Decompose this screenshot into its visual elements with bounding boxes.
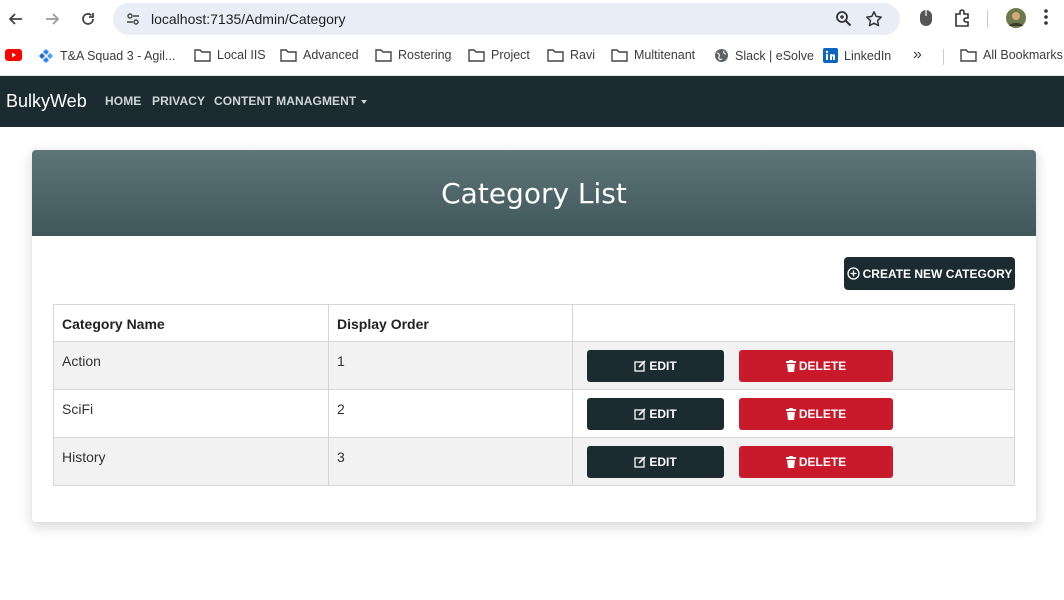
url-text[interactable]: localhost:7135/Admin/Category xyxy=(151,11,346,27)
trash-icon xyxy=(785,456,796,468)
profile-avatar[interactable] xyxy=(1005,7,1027,34)
bookmark-label: T&A Squad 3 - Agil... xyxy=(60,49,176,63)
delete-label: DELETE xyxy=(798,455,847,469)
youtube-bookmark[interactable] xyxy=(5,49,22,61)
table-header-row: Category Name Display Order xyxy=(53,304,1015,342)
bookmark-folder[interactable]: Rostering xyxy=(375,48,452,62)
folder-icon xyxy=(547,49,564,62)
bookmark-label: LinkedIn xyxy=(844,48,892,63)
delete-button[interactable]: DELETE xyxy=(739,398,893,430)
nav-link-privacy[interactable]: PRIVACY xyxy=(152,94,205,108)
edit-label: EDIT xyxy=(649,455,677,469)
cell-category-name: Action xyxy=(53,341,329,390)
header-category-name: Category Name xyxy=(53,304,329,342)
bookmark-label: Project xyxy=(491,48,530,62)
edit-label: EDIT xyxy=(649,359,677,373)
address-bar[interactable]: localhost:7135/Admin/Category xyxy=(113,3,900,35)
header-display-order: Display Order xyxy=(328,304,573,342)
brand-logo[interactable]: BulkyWeb xyxy=(6,91,87,112)
header-actions xyxy=(572,304,1015,342)
edit-icon xyxy=(634,408,646,420)
zoom-icon[interactable] xyxy=(835,10,852,32)
bookmark-label: Ravi xyxy=(570,48,596,62)
edit-button[interactable]: EDIT xyxy=(587,350,724,382)
bookmark-folder[interactable]: Advanced xyxy=(280,48,359,62)
table-row: History 3 EDIT DELETE xyxy=(53,437,1015,486)
nav-dropdown-label: CONTENT MANAGMENT xyxy=(214,94,357,108)
bookmarks-bar: T&A Squad 3 - Agil... Local IIS Advanced… xyxy=(0,38,1064,76)
bookmark-folder[interactable]: Ravi xyxy=(547,48,595,62)
folder-icon xyxy=(468,49,485,62)
category-table: Category Name Display Order Action 1 EDI… xyxy=(53,304,1015,486)
extensions-puzzle-icon[interactable] xyxy=(953,8,972,32)
toolbar-divider xyxy=(987,10,988,28)
cell-category-name: History xyxy=(53,437,329,486)
linkedin-icon xyxy=(823,48,838,63)
folder-icon xyxy=(611,49,628,62)
bookmark-label: Slack | eSolve xyxy=(735,48,814,63)
more-bookmarks-chevron-icon[interactable]: » xyxy=(913,46,922,64)
bookmark-item[interactable]: Slack | eSolve xyxy=(714,48,814,63)
bookmark-item[interactable]: T&A Squad 3 - Agil... xyxy=(38,48,175,64)
trash-icon xyxy=(785,360,796,372)
bookmark-label: Advanced xyxy=(303,48,359,62)
edit-label: EDIT xyxy=(649,407,677,421)
bookmark-label: Local IIS xyxy=(217,48,266,62)
cell-actions: EDIT DELETE xyxy=(572,437,1015,486)
bookmark-star-icon[interactable] xyxy=(865,10,883,33)
bookmark-label: All Bookmarks xyxy=(983,48,1063,62)
caret-down-icon xyxy=(361,99,368,104)
create-button-label: CREATE NEW CATEGORY xyxy=(862,266,1013,281)
cell-display-order: 2 xyxy=(328,389,573,438)
table-row: Action 1 EDIT DELETE xyxy=(53,341,1015,390)
delete-label: DELETE xyxy=(798,407,847,421)
bookmark-label: Multitenant xyxy=(634,48,696,62)
plus-circle-icon xyxy=(846,267,860,280)
all-bookmarks-folder[interactable]: All Bookmarks xyxy=(960,48,1063,62)
cell-category-name: SciFi xyxy=(53,389,329,438)
folder-icon xyxy=(194,49,211,62)
trash-icon xyxy=(785,408,796,420)
bookmark-item[interactable]: LinkedIn xyxy=(823,48,891,63)
table-row: SciFi 2 EDIT DELETE xyxy=(53,389,1015,438)
folder-icon xyxy=(280,49,297,62)
youtube-icon xyxy=(5,49,22,61)
site-info-icon[interactable] xyxy=(125,11,141,32)
delete-button[interactable]: DELETE xyxy=(739,350,893,382)
cell-actions: EDIT DELETE xyxy=(572,341,1015,390)
delete-button[interactable]: DELETE xyxy=(739,446,893,478)
bookmark-label: Rostering xyxy=(398,48,452,62)
back-arrow-icon[interactable] xyxy=(5,8,27,30)
reload-icon[interactable] xyxy=(77,8,99,30)
edit-button[interactable]: EDIT xyxy=(587,398,724,430)
folder-icon xyxy=(375,49,392,62)
app-navbar: BulkyWeb HOME PRIVACY CONTENT MANAGMENT xyxy=(0,76,1064,127)
delete-label: DELETE xyxy=(798,359,847,373)
jira-icon xyxy=(39,49,53,63)
bookmark-folder[interactable]: Multitenant xyxy=(611,48,695,62)
globe-icon xyxy=(715,49,728,62)
page-title: Category List xyxy=(441,176,627,210)
nav-link-home[interactable]: HOME xyxy=(105,94,141,108)
category-card: Category List CREATE NEW CATEGORY Catego… xyxy=(32,150,1036,522)
mouse-extension-icon[interactable] xyxy=(918,8,934,33)
browser-toolbar: localhost:7135/Admin/Category xyxy=(0,0,1064,38)
forward-arrow-icon[interactable] xyxy=(41,8,63,30)
bookmark-folder[interactable]: Project xyxy=(468,48,530,62)
cell-display-order: 1 xyxy=(328,341,573,390)
cell-actions: EDIT DELETE xyxy=(572,389,1015,438)
card-header: Category List xyxy=(32,150,1036,236)
edit-button[interactable]: EDIT xyxy=(587,446,724,478)
cell-display-order: 3 xyxy=(328,437,573,486)
folder-icon xyxy=(960,49,977,62)
bookmarks-divider xyxy=(943,49,944,65)
edit-icon xyxy=(634,456,646,468)
create-category-button[interactable]: CREATE NEW CATEGORY xyxy=(844,257,1015,290)
edit-icon xyxy=(634,360,646,372)
menu-dots-icon[interactable] xyxy=(1043,8,1049,31)
nav-dropdown-content[interactable]: CONTENT MANAGMENT xyxy=(214,94,368,108)
bookmark-folder[interactable]: Local IIS xyxy=(194,48,266,62)
